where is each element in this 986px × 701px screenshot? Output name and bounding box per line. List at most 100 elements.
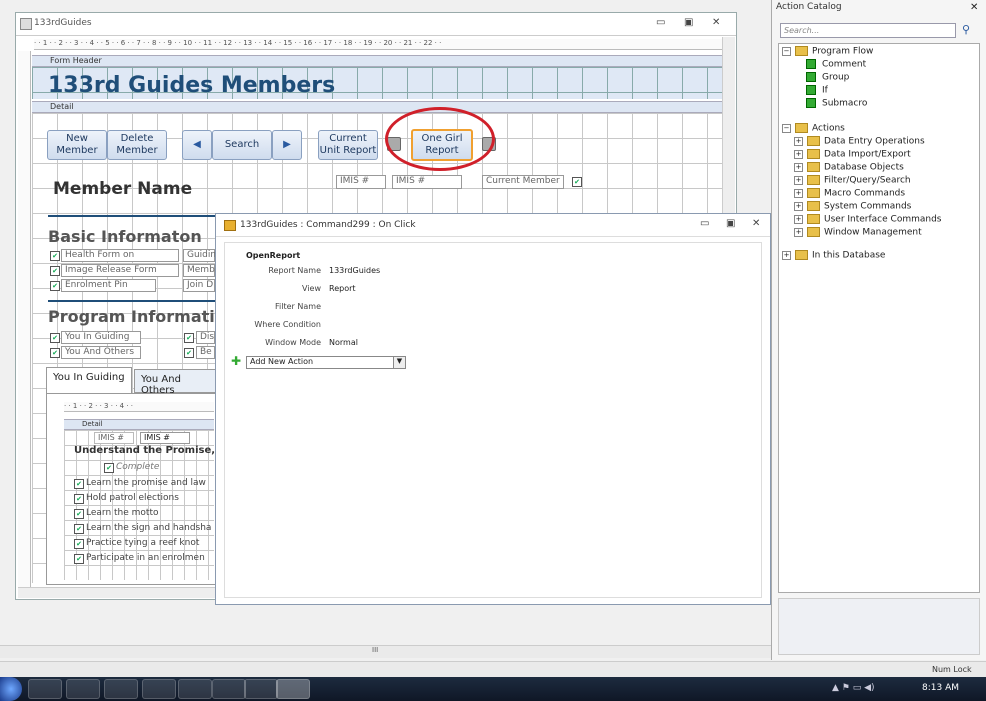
dis-label[interactable]: Dis	[196, 331, 215, 344]
tree-item-if[interactable]: If	[806, 85, 828, 96]
collapse-icon[interactable]: −	[782, 123, 791, 133]
chrome-icon[interactable]	[66, 679, 100, 699]
task-label[interactable]: Practice tying a reef knot	[86, 538, 199, 548]
expand-icon[interactable]: +	[794, 227, 803, 237]
main-horizontal-scrollbar[interactable]: III	[0, 645, 771, 658]
form-header-band[interactable]: Form Header	[32, 55, 722, 67]
task-checkbox[interactable]: ✔	[74, 539, 84, 549]
expand-icon[interactable]: +	[782, 250, 791, 260]
collapse-icon[interactable]: −	[782, 46, 791, 56]
guidin-field[interactable]: Guidin	[183, 249, 216, 262]
complete-label[interactable]: Complete	[116, 462, 159, 472]
enrolment-pin-checkbox[interactable]: ✔	[50, 281, 60, 291]
current-member-label[interactable]: Current Member	[482, 175, 564, 189]
tree-item-comment[interactable]: Comment	[806, 59, 866, 70]
task-label[interactable]: Hold patrol elections	[86, 493, 179, 503]
previous-record-button[interactable]: ◀	[182, 130, 212, 160]
sub-heading[interactable]: Understand the Promise, I	[74, 445, 222, 456]
tree-action-group[interactable]: + Data Entry Operations	[794, 136, 925, 147]
tree-actions[interactable]: − Actions	[782, 123, 845, 134]
add-action-icon[interactable]: ✚	[231, 354, 241, 368]
close-icon[interactable]: ✕	[970, 2, 978, 13]
subform-detail-band[interactable]: Detail	[64, 419, 214, 430]
access-active-icon[interactable]	[276, 679, 310, 699]
detail-band[interactable]: Detail	[32, 101, 722, 113]
access-icon[interactable]	[212, 679, 246, 699]
task-label[interactable]: Learn the sign and handsha	[86, 523, 211, 533]
task-checkbox[interactable]: ✔	[74, 524, 84, 534]
close-icon[interactable]: ✕	[712, 17, 720, 28]
program-info-heading[interactable]: Program Informatior	[48, 307, 234, 326]
sub-imis-label[interactable]: IMIS #	[94, 432, 134, 444]
current-unit-report-button[interactable]: Current Unit Report	[318, 130, 378, 160]
expand-icon[interactable]: +	[794, 136, 803, 146]
imis-label[interactable]: IMIS #	[336, 175, 386, 189]
tree-item-submacro[interactable]: Submacro	[806, 98, 867, 109]
health-form-checkbox[interactable]: ✔	[50, 251, 60, 261]
expand-icon[interactable]: +	[794, 201, 803, 211]
health-form-label[interactable]: Health Form on	[61, 249, 179, 262]
view-value[interactable]: Report	[329, 284, 356, 293]
minimize-icon[interactable]: ▭	[700, 218, 709, 229]
tree-action-group[interactable]: + Filter/Query/Search	[794, 175, 911, 186]
tray-icons[interactable]: ▲ ⚑ ▭ ◀)	[832, 683, 875, 693]
clock[interactable]: 8:13 AM	[922, 683, 959, 693]
folder-icon[interactable]	[178, 679, 212, 699]
join-date-field[interactable]: Join D	[183, 279, 215, 292]
expand-icon[interactable]: +	[794, 162, 803, 172]
delete-member-button[interactable]: Delete Member	[107, 130, 167, 160]
be-checkbox[interactable]: ✔	[184, 348, 194, 358]
task-checkbox[interactable]: ✔	[74, 494, 84, 504]
tree-program-flow[interactable]: − Program Flow	[782, 46, 873, 57]
app-icon[interactable]	[142, 679, 176, 699]
tree-action-group[interactable]: + Window Management	[794, 227, 922, 238]
complete-checkbox[interactable]: ✔	[104, 463, 114, 473]
search-icon[interactable]: ⚲	[962, 23, 970, 36]
imis-field[interactable]: IMIS #	[392, 175, 462, 189]
start-button[interactable]	[0, 677, 22, 701]
macro-titlebar[interactable]: 133rdGuides : Command299 : On Click ▭ ▣ …	[216, 214, 770, 237]
tree-action-group[interactable]: + User Interface Commands	[794, 214, 941, 225]
current-member-checkbox[interactable]: ✔	[572, 177, 582, 187]
form-titlebar[interactable]: 133rdGuides ▭ ▣ ✕	[16, 13, 736, 36]
scroll-grip[interactable]: III	[372, 646, 378, 654]
tab-you-in-guiding[interactable]: You In Guiding	[46, 367, 132, 393]
enrolment-pin-label[interactable]: Enrolment Pin	[61, 279, 156, 292]
member-name-heading[interactable]: Member Name	[53, 179, 192, 199]
tree-item-group[interactable]: Group	[806, 72, 849, 83]
tree-action-group[interactable]: + System Commands	[794, 201, 911, 212]
tab-you-and-others[interactable]: You And Others	[134, 369, 216, 396]
task-label[interactable]: Learn the motto	[86, 508, 158, 518]
minimize-icon[interactable]: ▭	[656, 17, 665, 28]
window-mode-value[interactable]: Normal	[329, 338, 358, 347]
memb-field[interactable]: Memb	[183, 264, 215, 277]
restore-icon[interactable]: ▣	[684, 17, 693, 28]
task-label[interactable]: Participate in an enrolmen	[86, 553, 205, 563]
image-release-checkbox[interactable]: ✔	[50, 266, 60, 276]
you-in-guiding-label[interactable]: You In Guiding	[61, 331, 141, 344]
task-label[interactable]: Learn the promise and law	[86, 478, 206, 488]
be-label[interactable]: Be	[196, 346, 215, 359]
you-and-others-checkbox[interactable]: ✔	[50, 348, 60, 358]
file-explorer-icon[interactable]	[104, 679, 138, 699]
tree-action-group[interactable]: + Data Import/Export	[794, 149, 911, 160]
expand-icon[interactable]: +	[794, 188, 803, 198]
form-big-title[interactable]: 133rd Guides Members	[48, 73, 335, 98]
expand-icon[interactable]: +	[794, 149, 803, 159]
action-name[interactable]: OpenReport	[246, 251, 300, 260]
tree-in-this-database[interactable]: + In this Database	[782, 250, 885, 261]
you-and-others-label[interactable]: You And Others	[61, 346, 141, 359]
task-checkbox[interactable]: ✔	[74, 554, 84, 564]
dropdown-arrow-icon[interactable]: ▼	[393, 357, 405, 368]
image-release-label[interactable]: Image Release Form	[61, 264, 179, 277]
expand-icon[interactable]: +	[794, 175, 803, 185]
restore-icon[interactable]: ▣	[726, 218, 735, 229]
expand-icon[interactable]: +	[794, 214, 803, 224]
add-new-action-dropdown[interactable]: Add New Action ▼	[246, 356, 406, 369]
you-in-guiding-checkbox[interactable]: ✔	[50, 333, 60, 343]
new-member-button[interactable]: New Member	[47, 130, 107, 160]
basic-info-heading[interactable]: Basic Informaton	[48, 227, 202, 246]
task-checkbox[interactable]: ✔	[74, 479, 84, 489]
internet-explorer-icon[interactable]	[28, 679, 62, 699]
search-button[interactable]: Search	[212, 130, 272, 160]
